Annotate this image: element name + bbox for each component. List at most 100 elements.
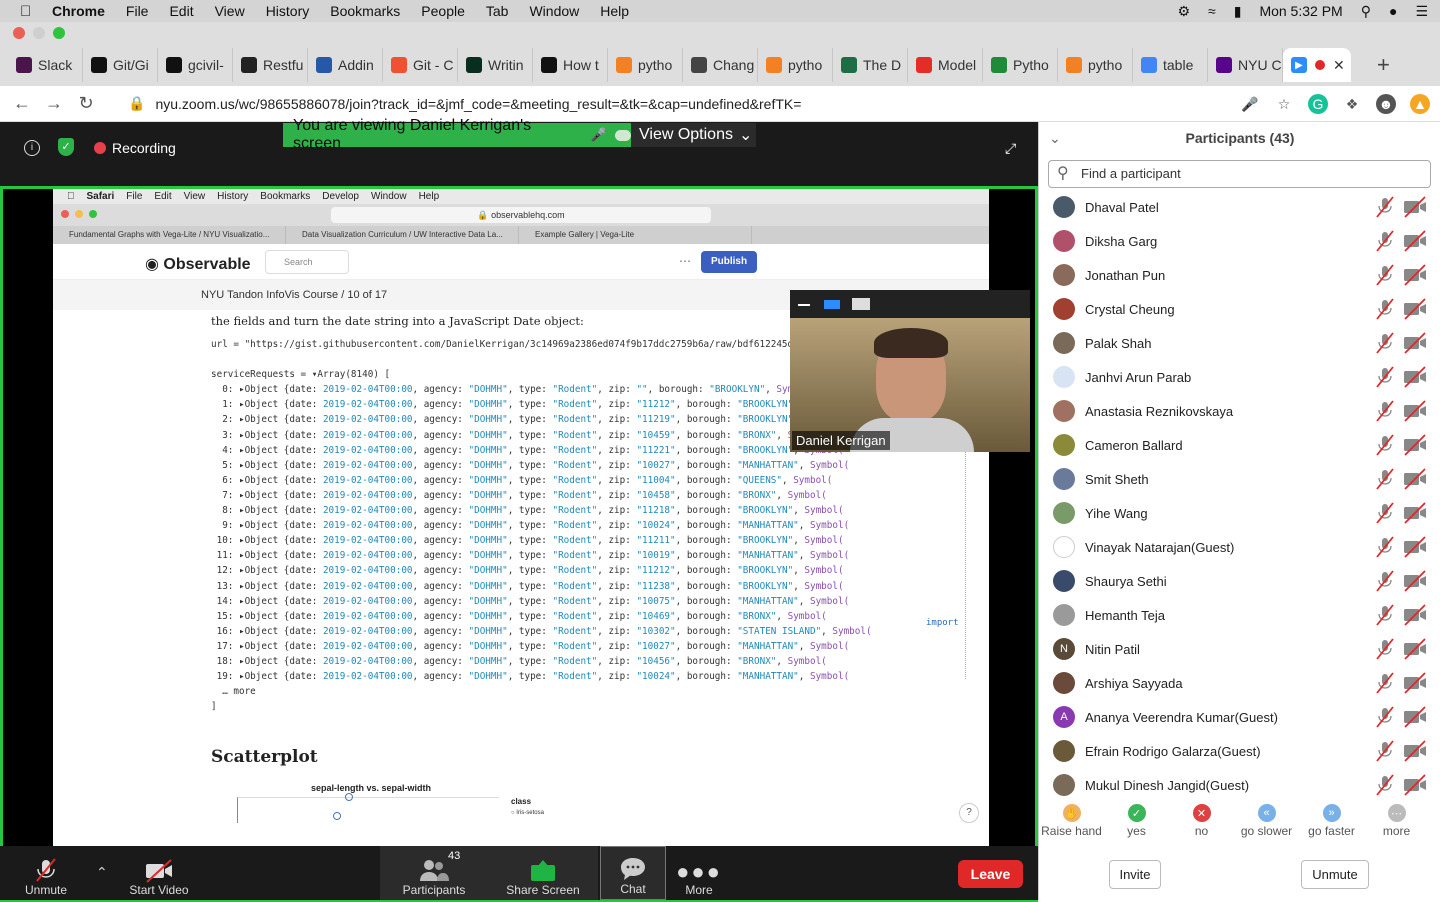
browser-tab[interactable]: table [1133,48,1208,82]
browser-tab[interactable]: NYU C [1208,48,1283,82]
maximize-window-button[interactable] [53,27,65,39]
browser-tab[interactable]: Model [908,48,983,82]
more-icon: ⋯ [1387,804,1406,822]
fullscreen-icon[interactable]: ⤢ [1005,140,1016,157]
control-center-icon[interactable]: ☰ [1415,3,1428,20]
participant-row[interactable]: A Ananya Veerendra Kumar(Guest) [1039,700,1440,734]
bookmark-star-icon[interactable]: ☆ [1274,94,1294,114]
reload-icon[interactable]: ↻ [70,93,102,114]
participant-row[interactable]: Efrain Rodrigo Galarza(Guest) [1039,734,1440,768]
menu-tab[interactable]: Tab [486,3,509,19]
find-participant-input[interactable]: ⚲ Find a participant [1048,160,1431,188]
participant-row[interactable]: Crystal Cheung [1039,292,1440,326]
extensions-icon[interactable]: ❖ [1342,94,1362,114]
browser-tab[interactable]: pytho [758,48,833,82]
participant-row[interactable]: Smit Sheth [1039,462,1440,496]
participant-row[interactable]: Vinayak Natarajan(Guest) [1039,530,1440,564]
browser-tab[interactable]: How t [533,48,608,82]
browser-tab[interactable]: Addin [308,48,383,82]
profile-icon[interactable]: ☻ [1376,94,1396,114]
menu-bookmarks[interactable]: Bookmarks [330,3,400,19]
url-field[interactable]: 🔒 nyu.zoom.us/wc/98655886078/join?track_… [128,95,801,112]
menu-window[interactable]: Window [529,3,579,19]
browser-tab[interactable]: gcivil- [158,48,233,82]
menu-file[interactable]: File [126,3,149,19]
wifi-icon[interactable]: ≈ [1208,3,1216,19]
shield-check-icon[interactable]: ✓ [58,138,74,156]
invite-button[interactable]: Invite [1109,860,1161,889]
browser-tab[interactable]: Git/Gi [83,48,158,82]
view-options-button[interactable]: View Options ⌄ [631,123,756,147]
reaction-no-button[interactable]: ✕ no [1169,804,1234,844]
back-arrow-icon[interactable]: ← [6,93,38,114]
participant-row[interactable]: Palak Shah [1039,326,1440,360]
reaction-go-faster-button[interactable]: » go faster [1299,804,1364,844]
leave-button[interactable]: Leave [958,860,1023,888]
notification-icon[interactable]: ▲ [1410,94,1430,114]
unmute-all-button[interactable]: Unmute [1301,860,1369,889]
forward-arrow-icon[interactable]: → [38,93,70,114]
browser-tab[interactable]: pytho [608,48,683,82]
minimize-window-button[interactable] [33,27,45,39]
menu-view[interactable]: View [215,3,245,19]
expand-video-icon[interactable] [852,298,870,310]
unmute-button[interactable]: Unmute [18,846,74,900]
participant-row[interactable]: Shaurya Sethi [1039,564,1440,598]
menu-app-name[interactable]: Chrome [52,3,105,19]
participant-row[interactable]: Hemanth Teja [1039,598,1440,632]
tab-favicon-icon [16,57,32,73]
browser-tab[interactable]: Git - C [383,48,458,82]
reaction-go-slower-button[interactable]: « go slower [1234,804,1299,844]
spotlight-search-icon[interactable]: ⚲ [1361,3,1371,20]
close-tab-icon[interactable]: ✕ [1333,57,1345,74]
share-screen-button[interactable]: Share Screen [488,846,598,900]
apple-icon[interactable]:  [20,3,38,20]
participant-row[interactable]: Jonathan Pun [1039,258,1440,292]
browser-tab[interactable]: Writin [458,48,533,82]
reaction-raise-hand-button[interactable]: ✋ Raise hand [1039,804,1104,844]
participant-name: Nitin Patil [1085,641,1140,657]
menu-people[interactable]: People [421,3,465,19]
participant-row[interactable]: Anastasia Reznikovskaya [1039,394,1440,428]
menu-edit[interactable]: Edit [169,3,193,19]
participant-row[interactable]: Cameron Ballard [1039,428,1440,462]
browser-tab[interactable]: pytho [1058,48,1133,82]
browser-tab[interactable]: Pytho [983,48,1058,82]
audio-options-chevron-icon[interactable]: ⌃ [96,864,108,881]
clock[interactable]: Mon 5:32 PM [1259,3,1342,19]
browser-tab[interactable]: Restfu [233,48,308,82]
participant-row[interactable]: Arshiya Sayyada [1039,666,1440,700]
more-dots-icon: ●●● [676,859,722,884]
info-icon[interactable]: i [24,140,40,156]
status-gear-icon[interactable]: ⚙ [1177,3,1190,20]
start-video-button[interactable]: Start Video [124,846,194,900]
microphone-icon[interactable]: 🎤 [1240,94,1260,114]
participant-row[interactable]: Yihe Wang [1039,496,1440,530]
participant-row[interactable]: Diksha Garg [1039,224,1440,258]
grammarly-icon[interactable]: G [1308,94,1328,114]
minimize-video-icon[interactable] [798,304,810,306]
more-button[interactable]: ●●● More [670,846,728,900]
menu-history[interactable]: History [266,3,310,19]
browser-tab[interactable]: Slack [8,48,83,82]
speaker-video-tile[interactable]: Daniel Kerrigan [790,290,1030,452]
recording-indicator[interactable]: Recording [94,140,176,156]
siri-icon[interactable]: ● [1389,3,1397,19]
single-view-icon[interactable] [824,300,840,309]
new-tab-icon[interactable]: + [1377,52,1390,78]
browser-tab-active[interactable]: ▶ ✕ [1283,48,1351,82]
participant-name: Janhvi Arun Parab [1085,369,1192,385]
participant-row[interactable]: Mukul Dinesh Jangid(Guest) [1039,768,1440,802]
participant-row[interactable]: N Nitin Patil [1039,632,1440,666]
battery-icon[interactable]: ▮ [1234,3,1242,20]
browser-tab[interactable]: The D [833,48,908,82]
browser-tab[interactable]: Chang [683,48,758,82]
reaction-yes-button[interactable]: ✓ yes [1104,804,1169,844]
menu-help[interactable]: Help [600,3,629,19]
chat-button[interactable]: Chat [600,846,666,900]
participants-button[interactable]: 43 Participants [380,846,488,900]
reaction-more-button[interactable]: ⋯ more [1364,804,1429,844]
participant-row[interactable]: Dhaval Patel [1039,190,1440,224]
close-window-button[interactable] [13,27,25,39]
participant-row[interactable]: Janhvi Arun Parab [1039,360,1440,394]
